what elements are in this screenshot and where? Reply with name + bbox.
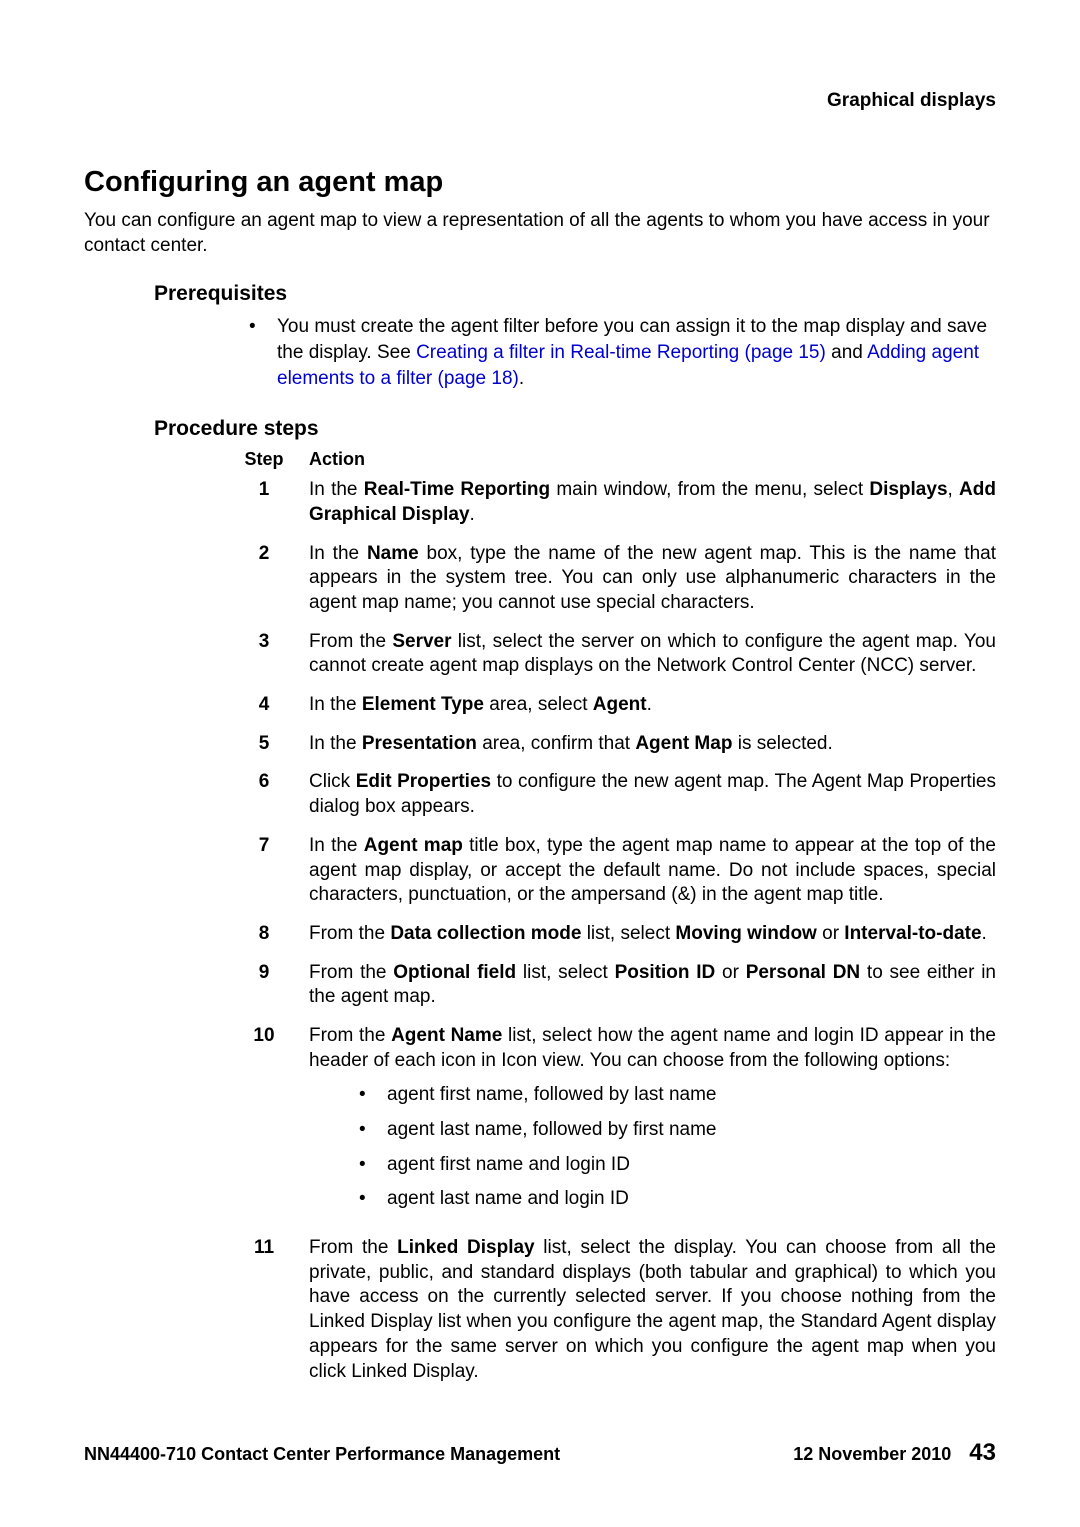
text: or [817, 923, 844, 944]
text: area, confirm that [477, 733, 635, 754]
bold-text: Agent Name [391, 1025, 502, 1046]
step-row: Click Edit Properties to configure the n… [219, 770, 996, 819]
steps-list: In the Real-Time Reporting main window, … [219, 478, 996, 1384]
bold-text: Name [367, 543, 419, 564]
text: list, select [581, 923, 675, 944]
step-row: From the Optional field list, select Pos… [219, 961, 996, 1010]
text: In the [309, 479, 364, 500]
text: area, select [484, 694, 593, 715]
step-row: From the Linked Display list, select the… [219, 1236, 996, 1384]
text: list, select [516, 962, 614, 983]
step-row: In the Element Type area, select Agent. [219, 693, 996, 718]
bold-text: Agent Map [635, 733, 732, 754]
text: Click [309, 771, 356, 792]
column-header-step: Step [219, 449, 309, 470]
step-row: In the Real-Time Reporting main window, … [219, 478, 996, 527]
text: From the [309, 1025, 391, 1046]
bold-text: Optional field [393, 962, 516, 983]
column-header-action: Action [309, 449, 996, 470]
steps-header-row: Step Action [219, 449, 996, 470]
text: In the [309, 694, 362, 715]
text: . [519, 368, 524, 389]
bold-text: Personal DN [746, 962, 860, 983]
list-item: agent last name and login ID [359, 1187, 996, 1212]
bold-text: Interval-to-date [844, 923, 981, 944]
text: From the [309, 631, 392, 652]
bold-text: Presentation [362, 733, 477, 754]
step-row: From the Agent Name list, select how the… [219, 1024, 996, 1222]
text: list, select the display. You can choose… [309, 1237, 996, 1381]
bold-text: Moving window [675, 923, 816, 944]
list-item: You must create the agent filter before … [249, 314, 996, 391]
step-row: In the Presentation area, confirm that A… [219, 732, 996, 757]
step-action: From the Data collection mode list, sele… [309, 922, 996, 947]
text: and [826, 342, 867, 363]
list-item: agent last name, followed by first name [359, 1118, 996, 1143]
bold-text: Edit Properties [356, 771, 491, 792]
bold-text: Real-Time Reporting [364, 479, 550, 500]
step-action: In the Real-Time Reporting main window, … [309, 478, 996, 527]
bold-text: Server [392, 631, 451, 652]
step-row: In the Agent map title box, type the age… [219, 834, 996, 908]
bold-text: Displays [869, 479, 947, 500]
bold-text: Position ID [615, 962, 716, 983]
step-action: In the Element Type area, select Agent. [309, 693, 996, 718]
text: , [948, 479, 960, 500]
footer-page-number: 43 [969, 1439, 996, 1467]
footer-doc-title: NN44400-710 Contact Center Performance M… [84, 1444, 560, 1465]
step-row: In the Name box, type the name of the ne… [219, 542, 996, 616]
text: . [982, 923, 987, 944]
running-header: Graphical displays [84, 90, 996, 112]
list-item: agent first name and login ID [359, 1153, 996, 1178]
page-footer: NN44400-710 Contact Center Performance M… [84, 1439, 996, 1467]
text: In the [309, 733, 362, 754]
text: is selected. [732, 733, 832, 754]
steps-table: Step Action In the Real-Time Reporting m… [219, 449, 996, 1384]
step-row: From the Server list, select the server … [219, 630, 996, 679]
link-creating-filter[interactable]: Creating a filter in Real-time Reporting… [416, 342, 826, 363]
text: From the [309, 962, 393, 983]
intro-paragraph: You can configure an agent map to view a… [84, 209, 996, 258]
step-action: From the Optional field list, select Pos… [309, 961, 996, 1010]
page: Graphical displays Configuring an agent … [0, 0, 1080, 1527]
procedure-steps-heading: Procedure steps [154, 417, 996, 441]
bold-text: Agent map [364, 835, 463, 856]
bold-text: Data collection mode [390, 923, 581, 944]
sub-list: agent first name, followed by last name … [309, 1083, 996, 1212]
bold-text: Linked Display [397, 1237, 535, 1258]
prerequisites-heading: Prerequisites [154, 282, 996, 306]
step-action: In the Presentation area, confirm that A… [309, 732, 996, 757]
footer-date: 12 November 2010 [793, 1444, 951, 1465]
section-title: Configuring an agent map [84, 166, 996, 199]
step-action: Click Edit Properties to configure the n… [309, 770, 996, 819]
step-action: From the Server list, select the server … [309, 630, 996, 679]
text: main window, from the menu, select [550, 479, 869, 500]
bold-text: Agent [593, 694, 647, 715]
step-action: In the Agent map title box, type the age… [309, 834, 996, 908]
step-action: From the Agent Name list, select how the… [309, 1024, 996, 1222]
bold-text: Element Type [362, 694, 484, 715]
prerequisites-list: You must create the agent filter before … [84, 314, 996, 391]
text: . [647, 694, 652, 715]
step-row: From the Data collection mode list, sele… [219, 922, 996, 947]
text: In the [309, 835, 364, 856]
step-action: From the Linked Display list, select the… [309, 1236, 996, 1384]
text: or [715, 962, 745, 983]
text: . [470, 504, 475, 525]
list-item: agent first name, followed by last name [359, 1083, 996, 1108]
text: From the [309, 1237, 397, 1258]
text: In the [309, 543, 367, 564]
step-action: In the Name box, type the name of the ne… [309, 542, 996, 616]
text: From the [309, 923, 390, 944]
